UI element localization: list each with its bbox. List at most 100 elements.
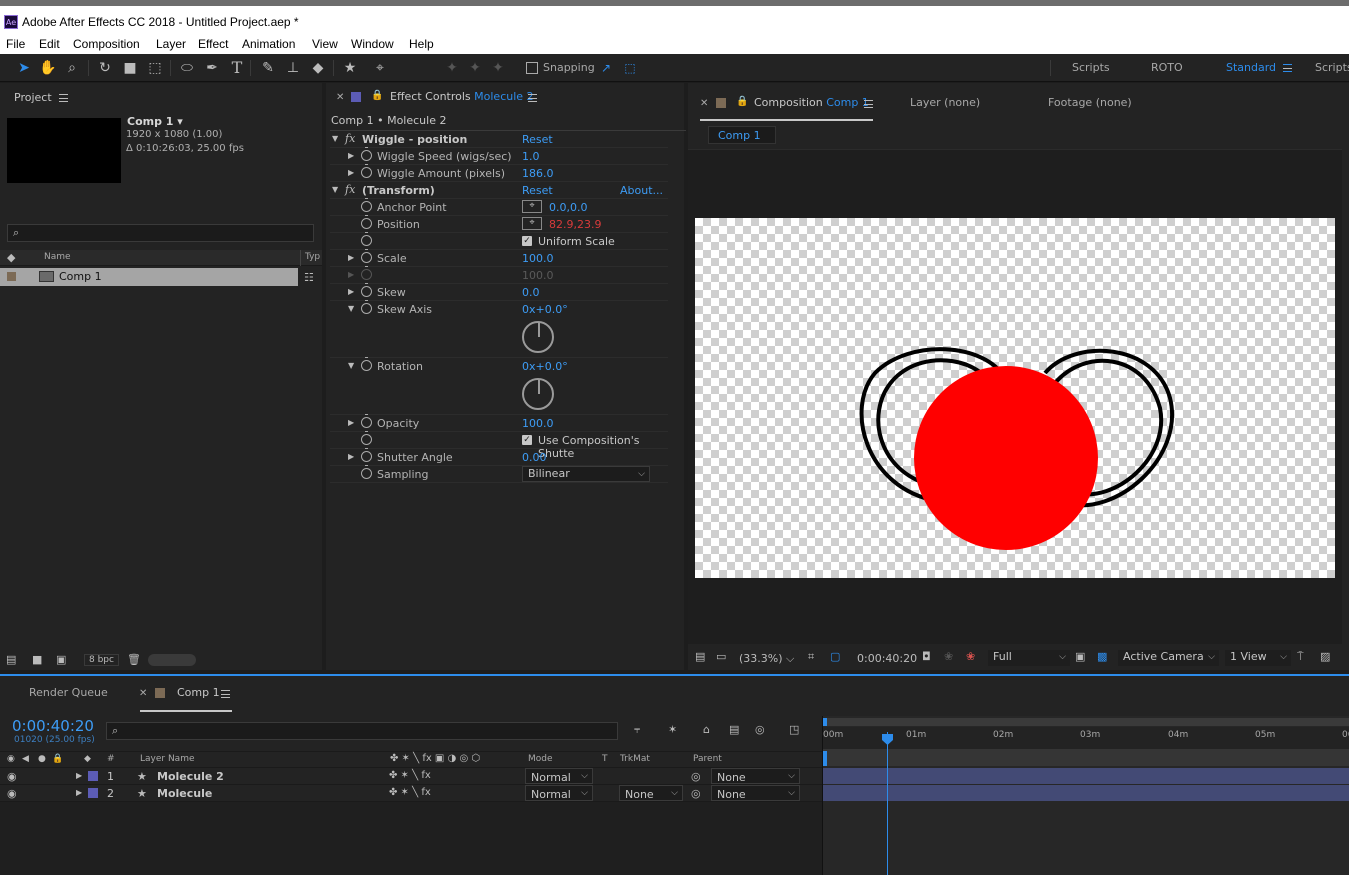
resolution-dropdown[interactable]: Full ⌵ — [988, 650, 1070, 666]
workspace-menu-icon[interactable] — [1283, 64, 1292, 72]
menu-animation[interactable]: Animation — [242, 37, 295, 51]
region-of-interest-icon[interactable]: ▣ — [1075, 650, 1085, 670]
clone-stamp-tool-icon[interactable]: ⊥ — [283, 58, 303, 78]
fx-icon[interactable]: fx — [345, 132, 355, 145]
pan-behind-tool-icon[interactable]: ⬚ — [145, 58, 165, 78]
opacity-value[interactable]: 100.0 — [522, 417, 554, 430]
fx-icon[interactable]: fx — [345, 183, 355, 196]
workspace-scripts[interactable]: Scripts — [1072, 61, 1110, 74]
footage-viewer-tab[interactable]: Footage (none) — [1048, 96, 1132, 109]
stopwatch-icon[interactable] — [361, 283, 372, 297]
graph-editor-icon[interactable]: ◳ — [789, 723, 799, 736]
timeline-graph[interactable]: 00m 01m 02m 03m 04m 05m 06 — [822, 716, 1349, 875]
skew-value[interactable]: 0.0 — [522, 286, 540, 299]
pick-whip-icon[interactable]: ◎ — [691, 770, 701, 783]
timeline-search-input[interactable]: ⌕ — [106, 722, 618, 740]
snap-features-icon[interactable]: ⬚ — [620, 58, 640, 78]
wiggle-reset-link[interactable]: Reset — [522, 133, 553, 146]
project-item-comp1[interactable]: Comp 1 — [0, 268, 298, 286]
draft-3d-icon[interactable]: ✶ — [668, 723, 677, 736]
comp-mini-flowchart-icon[interactable]: ⫧ — [634, 723, 640, 737]
expand-layer-icon[interactable]: ▶ — [76, 788, 82, 797]
zoom-dropdown[interactable]: (33.3%) ⌵ — [739, 652, 794, 672]
transform-effect-row[interactable]: ▼ fx (Transform) Reset About... — [330, 182, 668, 199]
scale-value[interactable]: 100.0 — [522, 252, 554, 265]
show-snapshot-icon[interactable]: ❀ — [944, 650, 953, 670]
position-value[interactable]: 82.9,23.9 — [549, 218, 601, 231]
parent-dropdown[interactable]: None ⌵ — [711, 768, 800, 784]
layer-name[interactable]: Molecule — [157, 787, 212, 800]
wiggle-effect-row[interactable]: ▼ fx Wiggle - position Reset — [330, 131, 668, 148]
effect-controls-menu-icon[interactable] — [528, 94, 537, 102]
layer-row-1[interactable]: ◉ ▶ 1 ★ Molecule 2 ✤ ✶ ╲ fx Normal ⌵ ◎ No… — [0, 768, 822, 785]
timeline-timecode[interactable]: 0:00:40:20 — [12, 717, 94, 735]
stopwatch-icon[interactable] — [361, 300, 372, 314]
shy-layers-icon[interactable]: ⌂ — [703, 723, 710, 736]
video-toggle-icon[interactable]: ◉ — [7, 754, 15, 764]
close-icon[interactable]: ✕ — [139, 688, 147, 699]
menu-view[interactable]: View — [312, 37, 338, 51]
layer-switches[interactable]: ✤ ✶ ╲ fx — [389, 787, 431, 798]
label-column-icon[interactable]: ◆ — [7, 251, 15, 264]
axis-world-icon[interactable]: ✦ — [465, 58, 485, 78]
label-color-swatch[interactable] — [88, 771, 98, 781]
parent-column-header[interactable]: Parent — [693, 754, 722, 764]
axis-view-icon[interactable]: ✦ — [488, 58, 508, 78]
selection-tool-icon[interactable]: ➤ — [14, 58, 34, 78]
interpret-footage-icon[interactable]: ▤ — [6, 653, 16, 666]
shutter-angle-value[interactable]: 0.00 — [522, 451, 547, 464]
crosshair-icon[interactable]: ⌖ — [522, 217, 542, 230]
timeline-comp-tab[interactable]: Comp 1 — [177, 686, 220, 699]
pick-whip-icon[interactable]: ◎ — [691, 787, 701, 800]
timeline-menu-icon[interactable] — [221, 690, 230, 698]
always-preview-icon[interactable]: ▤ — [695, 650, 705, 670]
eye-icon[interactable]: ◉ — [7, 770, 17, 783]
layer-viewer-tab[interactable]: Layer (none) — [910, 96, 980, 109]
label-color-swatch[interactable] — [7, 272, 16, 281]
project-scrollbar[interactable] — [148, 654, 196, 666]
crosshair-icon[interactable]: ⌖ — [522, 200, 542, 213]
composition-menu-icon[interactable] — [864, 100, 873, 108]
time-ruler[interactable]: 00m 01m 02m 03m 04m 05m 06 — [823, 727, 1349, 749]
lock-icon[interactable]: 🔒 — [371, 90, 383, 101]
comp-navigator-tab[interactable]: Comp 1 — [708, 126, 776, 144]
label-column-icon[interactable]: ◆ — [84, 754, 91, 764]
composition-tab[interactable]: Composition Comp 1 — [754, 96, 869, 109]
rotate-tool-icon[interactable]: ↻ — [95, 58, 115, 78]
menu-file[interactable]: File — [6, 37, 25, 51]
stopwatch-icon[interactable] — [361, 198, 372, 212]
rotation-dial[interactable] — [522, 378, 554, 410]
layer-switches[interactable]: ✤ ✶ ╲ fx — [389, 770, 431, 781]
mask-visibility-icon[interactable]: ▢ — [830, 650, 840, 670]
flowchart-icon[interactable]: ☷ — [304, 271, 314, 284]
stopwatch-icon[interactable] — [361, 357, 372, 371]
rotation-value[interactable]: 0x+0.0° — [522, 360, 568, 373]
type-column-header[interactable]: Typ — [305, 252, 320, 262]
new-folder-icon[interactable]: ■ — [32, 653, 42, 666]
skew-axis-value[interactable]: 0x+0.0° — [522, 303, 568, 316]
menu-layer[interactable]: Layer — [156, 37, 186, 51]
stopwatch-icon[interactable] — [361, 147, 372, 161]
blend-mode-dropdown[interactable]: Normal ⌵ — [525, 768, 593, 784]
frame-blending-icon[interactable]: ▤ — [729, 723, 739, 736]
stopwatch-icon[interactable] — [361, 465, 372, 479]
playhead[interactable] — [887, 732, 888, 875]
use-comp-shutter-checkbox[interactable]: ✓ — [522, 435, 532, 445]
pen-tool-icon[interactable]: ✒ — [202, 58, 222, 78]
zoom-tool-icon[interactable]: ⌕ — [62, 58, 82, 78]
comp-canvas[interactable] — [695, 218, 1335, 578]
views-dropdown[interactable]: 1 View ⌵ — [1225, 650, 1291, 666]
menu-window[interactable]: Window — [351, 37, 394, 51]
stopwatch-icon[interactable] — [361, 431, 372, 445]
wiggle-amount-value[interactable]: 186.0 — [522, 167, 554, 180]
stopwatch-icon[interactable] — [361, 414, 372, 428]
snap-edges-icon[interactable]: ↗ — [596, 58, 616, 78]
transparency-grid-icon[interactable]: ▩ — [1097, 650, 1107, 670]
lock-icon[interactable]: 🔒 — [52, 754, 63, 764]
eraser-tool-icon[interactable]: ◆ — [308, 58, 328, 78]
menu-edit[interactable]: Edit — [39, 37, 60, 51]
roto-brush-tool-icon[interactable]: ★ — [340, 58, 360, 78]
camera-dropdown[interactable]: Active Camera ⌵ — [1118, 650, 1219, 666]
ellipse-tool-icon[interactable]: ⬭ — [177, 58, 197, 78]
eye-icon[interactable]: ◉ — [7, 787, 17, 800]
